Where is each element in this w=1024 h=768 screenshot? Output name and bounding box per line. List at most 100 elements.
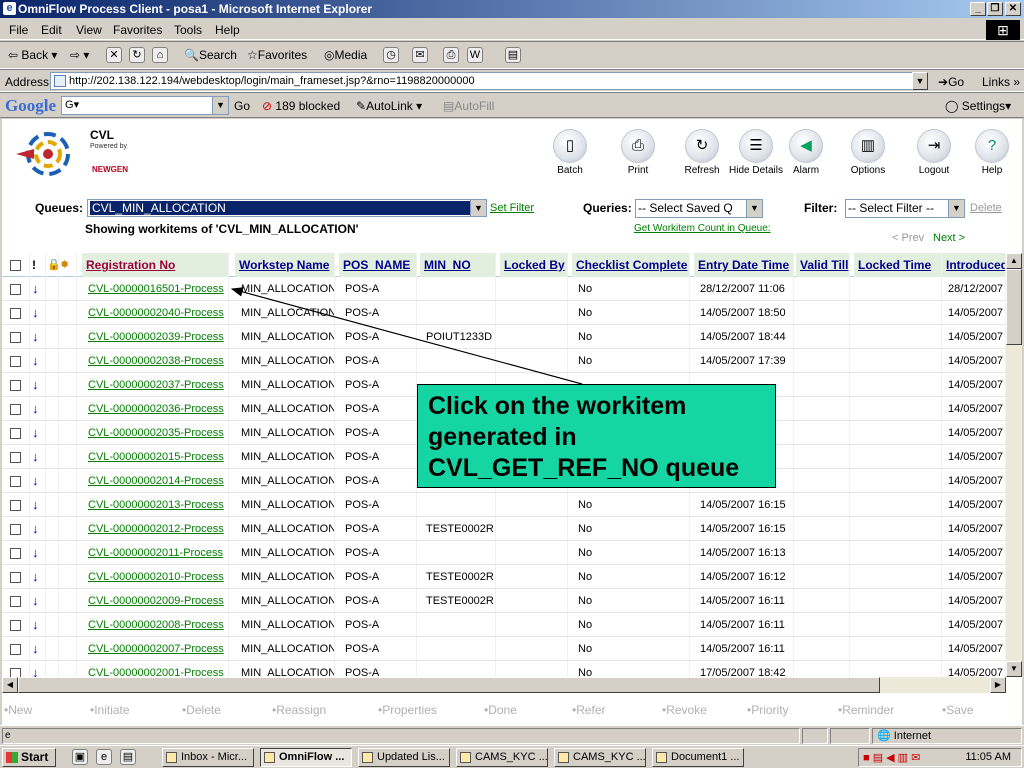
scroll-left-icon[interactable]: ◀: [2, 677, 18, 693]
taskbar-item[interactable]: CAMS_KYC ...: [456, 748, 548, 767]
action-reminder[interactable]: • Reminder: [838, 703, 894, 717]
print-button[interactable]: ⎙ Print: [608, 129, 668, 176]
quicklaunch-icon[interactable]: ▤: [120, 749, 136, 765]
horizontal-scroll-thumb[interactable]: [18, 677, 880, 693]
table-row[interactable]: ↓ CVL-00000002013-Process MIN_ALLOCATION PO…: [2, 493, 1006, 517]
go-button[interactable]: ➔Go: [938, 75, 964, 89]
filter-select[interactable]: -- Select Filter -- ▼: [845, 199, 965, 218]
action-reassign[interactable]: • Reassign: [272, 703, 326, 717]
registration-no-link[interactable]: CVL-00000002038-Process: [82, 349, 229, 373]
row-checkbox[interactable]: [10, 565, 30, 589]
row-checkbox[interactable]: [10, 541, 30, 565]
registration-no-link[interactable]: CVL-00000002008-Process: [82, 613, 229, 637]
row-checkbox[interactable]: [10, 661, 30, 677]
back-button[interactable]: ⇦ Back ▾: [8, 48, 57, 62]
scroll-down-icon[interactable]: ▼: [1006, 661, 1022, 677]
saved-query-select[interactable]: -- Select Saved Q ▼: [635, 199, 763, 218]
registration-no-link[interactable]: CVL-00000002001-Process: [82, 661, 229, 677]
table-row[interactable]: ↓ CVL-00000002008-Process MIN_ALLOCATION PO…: [2, 613, 1006, 637]
column-header-workstep-name[interactable]: Workstep Name: [235, 253, 335, 277]
stop-icon[interactable]: ✕: [106, 47, 122, 63]
show-desktop-icon[interactable]: ▣: [72, 749, 88, 765]
menu-file[interactable]: File: [9, 23, 28, 37]
row-checkbox[interactable]: [10, 373, 30, 397]
menu-edit[interactable]: Edit: [41, 23, 62, 37]
mail-icon[interactable]: ✉: [412, 47, 428, 63]
window-title-bar[interactable]: e OmniFlow Process Client - posa1 - Micr…: [0, 0, 1024, 18]
horizontal-scrollbar[interactable]: ◀ ▶: [2, 677, 1006, 693]
row-checkbox[interactable]: [10, 445, 30, 469]
action-initiate[interactable]: • Initiate: [90, 703, 130, 717]
address-dropdown-button[interactable]: ▼: [912, 72, 928, 90]
refresh-page-icon[interactable]: ↻: [129, 47, 145, 63]
settings-button[interactable]: ◯ Settings▾: [945, 99, 1011, 113]
row-checkbox[interactable]: [10, 421, 30, 445]
registration-no-link[interactable]: CVL-00000016501-Process: [82, 277, 229, 301]
forward-button[interactable]: ⇨ ▾: [70, 48, 89, 62]
menu-view[interactable]: View: [76, 23, 102, 37]
restore-button[interactable]: ❐: [987, 2, 1003, 16]
media-button[interactable]: ◎Media: [324, 48, 367, 62]
options-button[interactable]: ▥ Options: [838, 129, 898, 176]
row-checkbox[interactable]: [10, 613, 30, 637]
minimize-button[interactable]: _: [970, 2, 986, 16]
table-row[interactable]: ↓ CVL-00000002009-Process MIN_ALLOCATION PO…: [2, 589, 1006, 613]
search-button[interactable]: 🔍Search: [184, 48, 237, 62]
taskbar-item[interactable]: CAMS_KYC ...: [554, 748, 646, 767]
column-header-introduced[interactable]: Introduced: [942, 253, 1006, 277]
history-icon[interactable]: ◷: [383, 47, 399, 63]
taskbar-item[interactable]: Inbox - Micr...: [162, 748, 254, 767]
action-done[interactable]: • Done: [484, 703, 517, 717]
table-row[interactable]: ↓ CVL-00000002039-Process MIN_ALLOCATION PO…: [2, 325, 1006, 349]
column-header-pos-name[interactable]: POS_NAME: [339, 253, 417, 277]
table-row[interactable]: ↓ CVL-00000002010-Process MIN_ALLOCATION PO…: [2, 565, 1006, 589]
chevron-down-icon[interactable]: ▼: [948, 200, 964, 217]
action-revoke[interactable]: • Revoke: [662, 703, 707, 717]
column-header-locked-by[interactable]: Locked By: [500, 253, 568, 277]
google-search-input[interactable]: G▾ ▼: [61, 96, 229, 115]
row-checkbox[interactable]: [10, 469, 30, 493]
registration-no-link[interactable]: CVL-00000002007-Process: [82, 637, 229, 661]
row-checkbox[interactable]: [10, 637, 30, 661]
links-button[interactable]: Links »: [982, 75, 1020, 89]
registration-no-link[interactable]: CVL-00000002037-Process: [82, 373, 229, 397]
autofill-button[interactable]: ▤AutoFill: [443, 99, 494, 113]
address-input[interactable]: http://202.138.122.194/webdesktop/login/…: [50, 72, 914, 90]
alarm-button[interactable]: ◀ Alarm: [776, 129, 836, 176]
registration-no-link[interactable]: CVL-00000002014-Process: [82, 469, 229, 493]
google-go-button[interactable]: Go: [234, 99, 250, 113]
refresh-button[interactable]: ↻ Refresh: [672, 129, 732, 176]
queue-select[interactable]: CVL_MIN_ALLOCATION ▼: [87, 199, 487, 217]
home-icon[interactable]: ⌂: [152, 47, 168, 63]
set-filter-link[interactable]: Set Filter: [490, 202, 534, 214]
registration-no-link[interactable]: CVL-00000002009-Process: [82, 589, 229, 613]
taskbar-item[interactable]: OmniFlow ...: [260, 748, 352, 767]
row-checkbox[interactable]: [10, 325, 30, 349]
start-button[interactable]: Start: [2, 748, 56, 767]
registration-no-link[interactable]: CVL-00000002040-Process: [82, 301, 229, 325]
table-row[interactable]: ↓ CVL-00000002007-Process MIN_ALLOCATION PO…: [2, 637, 1006, 661]
registration-no-link[interactable]: CVL-00000002035-Process: [82, 421, 229, 445]
row-checkbox[interactable]: [10, 397, 30, 421]
scroll-up-icon[interactable]: ▲: [1006, 253, 1022, 269]
help-button[interactable]: ? Help: [962, 129, 1022, 176]
column-header-checklist-complete[interactable]: Checklist Complete: [572, 253, 690, 277]
column-header-registration-no[interactable]: Registration No: [82, 253, 229, 277]
table-row[interactable]: ↓ CVL-00000002038-Process MIN_ALLOCATION PO…: [2, 349, 1006, 373]
registration-no-link[interactable]: CVL-00000002015-Process: [82, 445, 229, 469]
select-all-checkbox[interactable]: [10, 253, 30, 277]
column-header-min-no[interactable]: MIN_NO: [420, 253, 496, 277]
action-refer[interactable]: • Refer: [572, 703, 606, 717]
print-page-icon[interactable]: ⎙: [443, 47, 459, 63]
chevron-down-icon[interactable]: ▼: [470, 200, 486, 216]
vertical-scroll-thumb[interactable]: [1006, 269, 1022, 345]
row-checkbox[interactable]: [10, 493, 30, 517]
row-checkbox[interactable]: [10, 301, 30, 325]
action-new[interactable]: • New: [4, 703, 32, 717]
menu-favorites[interactable]: Favorites: [113, 23, 162, 37]
column-header-entry-date-time[interactable]: Entry Date Time: [694, 253, 794, 277]
chevron-down-icon[interactable]: ▼: [212, 97, 228, 114]
column-header-locked-time[interactable]: Locked Time: [854, 253, 942, 277]
ie-launch-icon[interactable]: e: [96, 749, 112, 765]
menu-tools[interactable]: Tools: [174, 23, 202, 37]
